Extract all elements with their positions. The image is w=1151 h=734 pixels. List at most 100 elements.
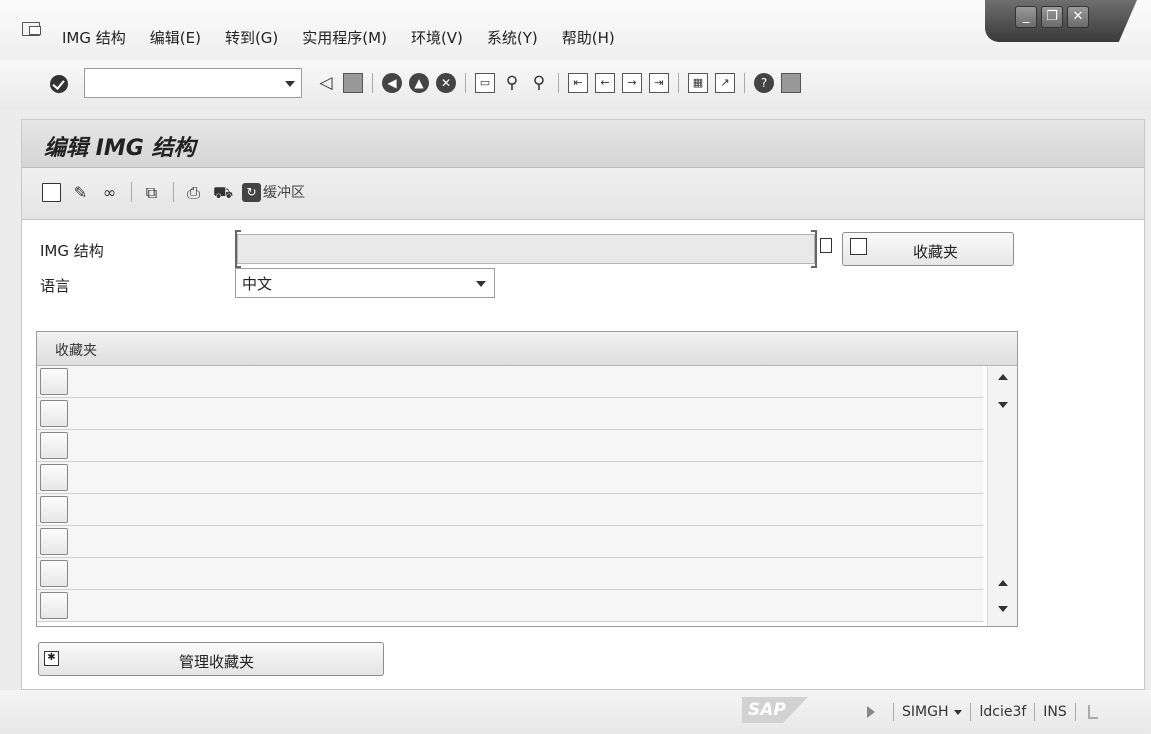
table-row[interactable] <box>37 462 983 494</box>
img-structure-input[interactable] <box>237 234 815 264</box>
menu-goto[interactable]: 转到(G) <box>225 27 278 48</box>
title-bar: 编辑 IMG 结构 <box>22 120 1144 168</box>
application-toolbar-icons: ✎ ∞ ⧉ ⎙ ⛟ ↻ 缓冲区 <box>42 182 305 202</box>
first-page-icon[interactable]: ⇤ <box>568 73 588 93</box>
buffer-button-label[interactable]: 缓冲区 <box>263 182 305 202</box>
table-row[interactable] <box>37 430 983 462</box>
menu-help[interactable]: 帮助(H) <box>562 27 615 48</box>
status-separator <box>970 703 972 721</box>
row-selector[interactable] <box>40 400 68 427</box>
close-button[interactable]: ✕ <box>1067 6 1089 28</box>
ok-icon[interactable] <box>50 75 68 93</box>
input-bracket-right <box>811 230 817 268</box>
manage-favorites-label: 管理收藏夹 <box>179 653 255 671</box>
print-icon[interactable]: ▭ <box>475 73 495 93</box>
scroll-page-down-icon[interactable] <box>998 402 1008 408</box>
toolbar-separator <box>678 73 679 93</box>
table-scrollbar[interactable] <box>987 366 1017 626</box>
status-indicator-icon <box>1087 705 1098 719</box>
chevron-down-icon[interactable] <box>476 281 486 287</box>
new-session-icon[interactable]: ▦ <box>688 73 708 93</box>
app-toolbar-separator <box>173 182 174 202</box>
scroll-up-icon[interactable] <box>998 374 1008 380</box>
help-icon[interactable]: ? <box>754 73 774 93</box>
create-icon[interactable] <box>42 182 61 202</box>
scroll-down-icon[interactable] <box>998 606 1008 612</box>
application-toolbar: ✎ ∞ ⧉ ⎙ ⛟ ↻ 缓冲区 <box>22 168 1144 220</box>
favorites-button-label: 收藏夹 <box>913 243 959 261</box>
back-arrow-icon[interactable]: ◁ <box>316 73 336 93</box>
status-items: SIMGH ldcie3f INS <box>867 703 1098 721</box>
row-selector[interactable] <box>40 432 68 459</box>
menu-bar: IMG 结构 编辑(E) 转到(G) 实用程序(M) 环境(V) 系统(Y) 帮… <box>0 0 1151 60</box>
row-selector[interactable] <box>40 368 68 395</box>
row-selector[interactable] <box>40 528 68 555</box>
command-dropdown-icon[interactable] <box>285 81 295 87</box>
app-toolbar-separator <box>131 182 132 202</box>
manage-favorites-button[interactable]: ✱ 管理收藏夹 <box>38 642 384 676</box>
main-panel: 编辑 IMG 结构 ✎ ∞ ⧉ ⎙ ⛟ ↻ 缓冲区 IMG 结构 收藏夹 语言 … <box>21 119 1145 690</box>
status-separator <box>1034 703 1036 721</box>
shortcut-icon[interactable]: ↗ <box>715 73 735 93</box>
back-icon[interactable]: ◀ <box>382 73 402 93</box>
last-page-icon[interactable]: ⇥ <box>649 73 669 93</box>
exit-icon[interactable]: ▲ <box>409 73 429 93</box>
cancel-icon[interactable]: ✕ <box>436 73 456 93</box>
row-selector[interactable] <box>40 592 68 619</box>
menu-edit[interactable]: 编辑(E) <box>150 27 201 48</box>
page-title: 编辑 IMG 结构 <box>44 136 196 161</box>
table-row[interactable] <box>37 494 983 526</box>
toolbar-separator <box>372 73 373 93</box>
next-page-icon[interactable]: → <box>622 73 642 93</box>
status-expand-icon[interactable] <box>867 706 875 718</box>
row-selector[interactable] <box>40 464 68 491</box>
toolbar-separator <box>558 73 559 93</box>
menu-img-structure[interactable]: IMG 结构 <box>62 27 126 48</box>
menu-items: IMG 结构 编辑(E) 转到(G) 实用程序(M) 环境(V) 系统(Y) 帮… <box>62 27 639 48</box>
find-next-icon[interactable]: ⚲ <box>529 73 549 93</box>
restore-button[interactable]: ❐ <box>1041 6 1063 28</box>
toolbar-separator <box>744 73 745 93</box>
menu-utilities[interactable]: 实用程序(M) <box>302 27 387 48</box>
minimize-button[interactable]: _ <box>1015 6 1037 28</box>
table-row[interactable] <box>37 366 983 398</box>
favorites-add-icon <box>850 238 867 255</box>
status-mode[interactable]: INS <box>1043 704 1067 720</box>
toolbar-separator <box>465 73 466 93</box>
status-separator <box>1074 703 1076 721</box>
row-selector[interactable] <box>40 560 68 587</box>
status-separator <box>893 703 894 721</box>
menu-window-icon[interactable] <box>22 22 41 36</box>
manage-favorites-icon: ✱ <box>44 651 59 666</box>
table-row[interactable] <box>37 558 983 590</box>
language-select[interactable]: 中文 <box>235 268 495 298</box>
img-structure-label: IMG 结构 <box>40 242 104 260</box>
transport-truck-icon[interactable]: ⛟ <box>213 183 233 202</box>
menu-system[interactable]: 系统(Y) <box>487 27 538 48</box>
layout-icon[interactable] <box>781 73 801 93</box>
copy-icon[interactable]: ⧉ <box>142 183 161 202</box>
command-field[interactable] <box>84 68 302 98</box>
table-row[interactable] <box>37 398 983 430</box>
find-icon[interactable]: ⚲ <box>502 73 522 93</box>
print-preview-icon[interactable]: ⎙ <box>184 183 203 202</box>
save-icon[interactable] <box>343 73 363 93</box>
menu-environment[interactable]: 环境(V) <box>411 27 463 48</box>
status-system[interactable]: SIMGH <box>902 704 948 720</box>
favorites-button[interactable]: 收藏夹 <box>842 232 1014 266</box>
table-row[interactable] <box>37 526 983 558</box>
display-glasses-icon[interactable]: ∞ <box>100 183 119 202</box>
prev-page-icon[interactable]: ← <box>595 73 615 93</box>
scroll-page-up-icon[interactable] <box>998 580 1008 586</box>
change-pencil-icon[interactable]: ✎ <box>71 183 90 202</box>
table-header: 收藏夹 <box>37 332 1017 366</box>
language-value: 中文 <box>242 275 273 293</box>
favorites-table: 收藏夹 <box>36 331 1018 627</box>
system-dropdown-icon[interactable] <box>954 709 963 715</box>
value-help-icon[interactable] <box>820 238 832 253</box>
table-row[interactable] <box>37 590 983 622</box>
toolbar-icons: ◁ ◀ ▲ ✕ ▭ ⚲ ⚲ ⇤ ← → ⇥ ▦ ↗ ? <box>316 73 808 93</box>
row-selector[interactable] <box>40 496 68 523</box>
refresh-buffer-icon[interactable]: ↻ <box>242 182 261 202</box>
table-header-label[interactable]: 收藏夹 <box>55 340 97 360</box>
